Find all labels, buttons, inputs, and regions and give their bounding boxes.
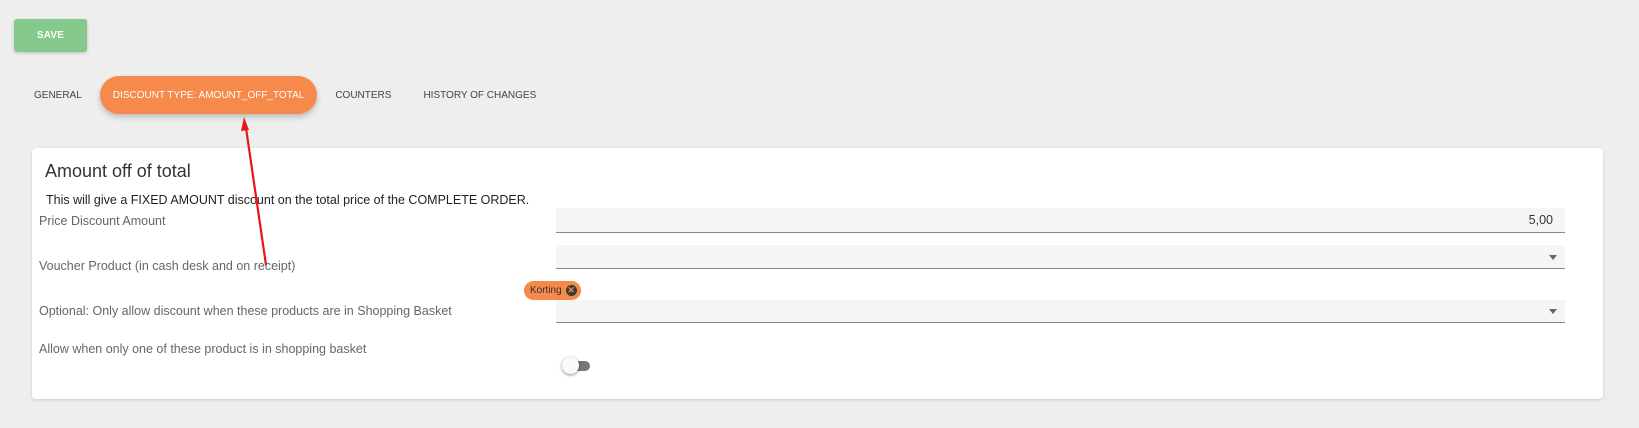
remove-chip-icon[interactable]: ✕	[565, 285, 577, 296]
discount-settings-card: Amount off of total This will give a FIX…	[32, 148, 1603, 399]
save-button[interactable]: SAVE	[14, 19, 87, 52]
chip-label: Korting	[530, 285, 562, 296]
chevron-down-icon[interactable]	[1549, 254, 1557, 260]
optional-products-select[interactable]	[556, 300, 1565, 323]
tab-history-of-changes[interactable]: HISTORY OF CHANGES	[407, 76, 552, 114]
chevron-down-icon[interactable]	[1549, 309, 1557, 314]
card-title: Amount off of total	[45, 161, 191, 181]
tab-general[interactable]: GENERAL	[18, 76, 98, 114]
voucher-product-label: Voucher Product (in cash desk and on rec…	[39, 259, 296, 273]
price-discount-value: 5,00	[1528, 213, 1553, 227]
optional-products-label: Optional: Only allow discount when these…	[39, 304, 452, 318]
tab-discount-type[interactable]: DISCOUNT TYPE: AMOUNT_OFF_TOTAL	[99, 76, 318, 114]
korting-chip: Korting ✕	[524, 281, 581, 300]
allow-one-product-toggle[interactable]	[562, 357, 591, 375]
voucher-product-select[interactable]	[556, 245, 1565, 269]
price-discount-input[interactable]: 5,00	[556, 208, 1565, 233]
card-description: This will give a FIXED AMOUNT discount o…	[46, 193, 530, 207]
tab-bar: GENERAL DISCOUNT TYPE: AMOUNT_OFF_TOTAL …	[18, 76, 552, 114]
allow-one-product-label: Allow when only one of these product is …	[39, 342, 367, 356]
toggle-knob	[562, 357, 579, 374]
tab-counters[interactable]: COUNTERS	[319, 76, 407, 114]
price-discount-label: Price Discount Amount	[39, 214, 166, 228]
